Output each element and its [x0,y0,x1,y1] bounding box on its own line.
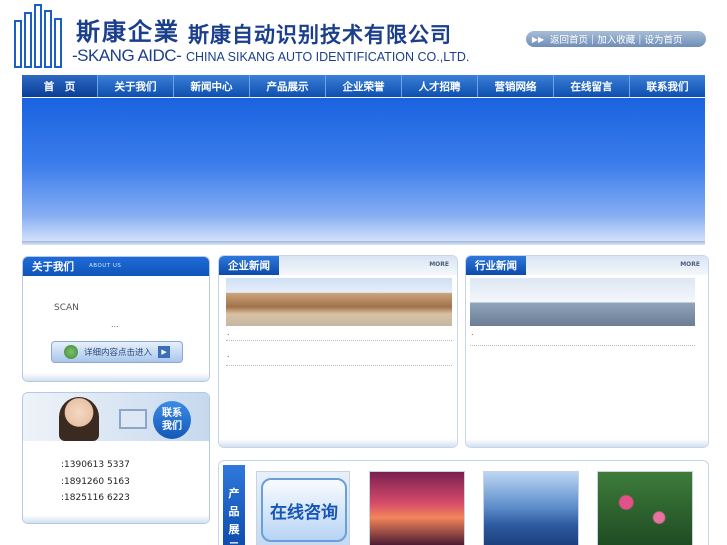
nav-item-network[interactable]: 营销网络 [478,75,554,97]
about-subtitle: ABOUT US [89,263,122,269]
products-label-char: 品 [228,505,240,518]
products-label-char: 示 [229,539,240,545]
box-footer [219,439,457,447]
industry-news-box: 行业新闻 MORE . [465,255,709,448]
company-news-box: 企业新闻 MORE . . [218,255,458,448]
link-separator: | [638,33,642,45]
logo-chinese-text: 斯康企業 [76,17,180,46]
box-footer [466,439,708,447]
nav-item-jobs[interactable]: 人才招聘 [402,75,478,97]
about-box: 关于我们 ABOUT US SCAN ... 详细内容点击进入 ▶ [22,256,210,382]
online-consult-image[interactable]: 在线咨询 [256,471,350,545]
top-links-bar: ▶▶ 返回首页 | 加入收藏 | 设为首页 [526,31,706,47]
contact-box: 联系 我们 :1390613 5337 :1891260 5163 :18251… [22,392,210,524]
banner-divider [22,241,705,245]
nav-item-home[interactable]: 首 页 [22,75,98,97]
industry-news-title[interactable]: 行业新闻 [466,256,526,275]
industry-news-more-link[interactable]: MORE [680,261,700,268]
canopy-image[interactable] [470,278,695,326]
logo-english-text: -SKANG AIDC- [72,46,182,65]
building-image[interactable] [226,278,452,326]
news-divider [470,345,695,346]
about-title: 关于我们 [32,261,74,273]
logo-bars-icon [14,4,70,68]
consult-bubble: 在线咨询 [261,478,347,542]
set-homepage-link[interactable]: 设为首页 [644,32,682,46]
monitor-icon [119,409,147,429]
lotus-image[interactable] [597,471,693,545]
box-footer [23,515,209,523]
company-news-more-link[interactable]: MORE [429,261,449,268]
banner [22,98,705,244]
news-divider [226,340,452,341]
nav-item-about[interactable]: 关于我们 [98,75,174,97]
arrow-right-icon: ▶ [158,346,171,358]
nav-item-contact[interactable]: 联系我们 [630,75,705,97]
mountain-image[interactable] [483,471,579,545]
logo[interactable]: 斯康企業 -SKANG AIDC- [14,4,182,68]
consult-label: 在线咨询 [270,502,338,523]
phone-number: :1891260 5163 [61,476,130,487]
contact-badge-line2: 我们 [162,421,182,432]
phone-list: :1390613 5337 :1891260 5163 :1825116 622… [61,457,130,507]
products-box: 产 品 展 示 在线咨询 [218,460,709,545]
company-name-english: CHINA SIKANG AUTO IDENTIFICATION CO.,LTD… [186,50,470,64]
add-favorite-link[interactable]: 加入收藏 [597,32,635,46]
news-item-marker: . [471,328,474,337]
nav-item-message[interactable]: 在线留言 [554,75,630,97]
news-item-marker: . [227,328,230,337]
products-label-char: 展 [228,523,240,536]
phone-number: :1825116 6223 [61,493,130,503]
contact-badge-line1: 联系 [162,408,182,419]
news-divider [226,365,452,366]
page: 斯康企業 -SKANG AIDC- 斯康自动识别技术有限公司 CHINA SIK… [0,0,727,545]
header: 斯康企業 -SKANG AIDC- 斯康自动识别技术有限公司 CHINA SIK… [0,0,727,74]
main-nav: 首 页 关于我们 新闻中心 产品展示 企业荣誉 人才招聘 营销网络 在线留言 联… [22,75,705,97]
phone-number: :1390613 5337 [61,460,130,470]
nav-item-products[interactable]: 产品展示 [250,75,326,97]
company-news-title[interactable]: 企业新闻 [219,256,279,275]
link-separator: | [591,33,595,45]
detail-button[interactable]: 详细内容点击进入 ▶ [51,341,183,363]
back-home-link[interactable]: 返回首页 [550,32,588,46]
sunset-image[interactable] [369,471,465,545]
box-footer [23,373,209,381]
industry-news-header: 行业新闻 MORE [466,256,708,275]
about-header: 关于我们 ABOUT US [23,257,209,276]
nav-item-news[interactable]: 新闻中心 [174,75,250,97]
contact-badge[interactable]: 联系 我们 [153,401,191,439]
company-news-header: 企业新闻 MORE [219,256,457,275]
play-arrow-icon: ▶▶ [531,34,545,44]
refresh-icon [64,345,78,359]
operator-headset-icon [59,397,99,441]
about-ellipsis: ... [111,320,119,329]
about-text: SCAN [54,303,79,313]
products-label: 产 品 展 示 [223,465,245,545]
products-label-char: 产 [228,487,240,500]
detail-button-label: 详细内容点击进入 [84,348,153,358]
company-name-chinese: 斯康自动识别技术有限公司 [188,23,452,47]
news-item-marker: . [227,350,230,359]
contact-banner-image: 联系 我们 [23,393,209,441]
nav-item-honors[interactable]: 企业荣誉 [326,75,402,97]
